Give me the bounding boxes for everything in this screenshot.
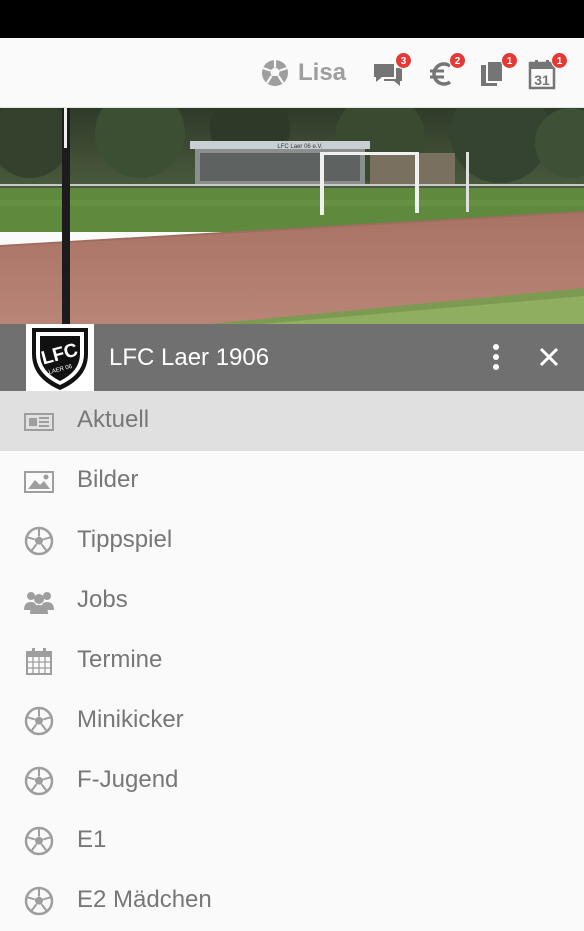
soccer-ball-icon (24, 706, 54, 736)
menu-item-label: Bilder (77, 466, 139, 493)
status-bar (0, 0, 584, 38)
menu-item-label: E1 (77, 826, 107, 853)
messages-badge: 3 (395, 52, 412, 69)
more-options-button[interactable] (484, 342, 508, 372)
menu-item-aktuell[interactable]: Aktuell (0, 391, 584, 451)
club-name: LFC Laer 1906 (109, 344, 270, 371)
menu-item-jobs[interactable]: Jobs (0, 571, 584, 631)
payments-button[interactable]: 2 (426, 52, 466, 90)
payments-badge: 2 (449, 52, 466, 69)
menu-item-label: Tippspiel (77, 526, 173, 553)
image-icon (24, 471, 54, 493)
user-menu[interactable]: Lisa (260, 58, 346, 88)
menu-item-termine[interactable]: Termine (0, 631, 584, 691)
menu-item-e2-maedchen[interactable]: E2 Mädchen (0, 871, 584, 931)
menu-item-label: F-Jugend (77, 766, 179, 793)
header-photo: LFC Laer 06 e.V. (0, 108, 584, 324)
menu-item-label: Aktuell (77, 406, 150, 433)
svg-text:LFC Laer 06 e.V.: LFC Laer 06 e.V. (277, 144, 322, 150)
group-icon (24, 592, 54, 614)
documents-badge: 1 (501, 52, 518, 69)
newspaper-icon (24, 413, 54, 431)
close-icon (539, 347, 559, 367)
soccer-ball-icon (24, 886, 54, 916)
calendar-badge: 1 (551, 52, 568, 69)
more-vertical-icon (493, 344, 499, 370)
menu-item-label: Jobs (77, 586, 128, 613)
menu-item-minikicker[interactable]: Minikicker (0, 691, 584, 751)
calendar-grid-icon (26, 648, 52, 675)
svg-text:31: 31 (534, 72, 550, 88)
soccer-ball-icon (24, 526, 54, 556)
menu-item-label: Termine (77, 646, 163, 673)
app-bar: Lisa 3 2 1 31 1 (0, 38, 584, 108)
messages-button[interactable]: 3 (372, 52, 412, 90)
close-button[interactable] (536, 343, 562, 371)
menu-item-label: E2 Mädchen (77, 886, 212, 913)
soccer-ball-icon (24, 766, 54, 796)
menu-item-f-jugend[interactable]: F-Jugend (0, 751, 584, 811)
calendar-button[interactable]: 31 1 (528, 52, 568, 90)
soccer-ball-icon (24, 826, 54, 856)
club-logo: LFC LAER 06 (26, 324, 94, 392)
nav-menu: Aktuell Bilder Tippspiel Jobs Termine Mi… (0, 391, 584, 931)
menu-item-e1[interactable]: E1 (0, 811, 584, 871)
menu-item-bilder[interactable]: Bilder (0, 451, 584, 511)
documents-button[interactable]: 1 (478, 52, 518, 90)
menu-item-tippspiel[interactable]: Tippspiel (0, 511, 584, 571)
user-name: Lisa (298, 59, 347, 86)
menu-item-label: Minikicker (77, 706, 184, 733)
soccer-ball-icon (262, 60, 288, 86)
